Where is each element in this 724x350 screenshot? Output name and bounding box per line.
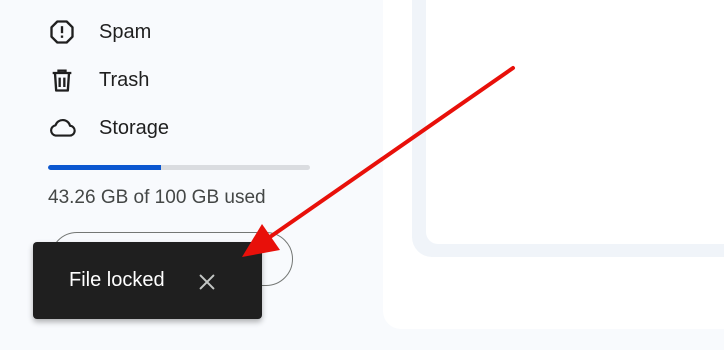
sidebar-item-storage[interactable]: Storage	[0, 108, 340, 148]
sidebar-item-trash[interactable]: Trash	[0, 60, 340, 100]
trash-icon	[48, 66, 76, 94]
sidebar-item-spam[interactable]: Spam	[0, 12, 340, 52]
sidebar-item-label: Storage	[99, 116, 170, 139]
snackbar-message: File locked	[69, 269, 165, 291]
storage-usage-fill	[48, 165, 162, 170]
sidebar-item-label: Trash	[99, 68, 150, 91]
storage-usage-text: 43.26 GB of 100 GB used	[48, 187, 266, 208]
sidebar-item-label: Spam	[99, 20, 152, 43]
close-icon[interactable]	[193, 268, 221, 296]
snackbar: File locked	[33, 242, 262, 319]
spam-icon	[48, 18, 76, 46]
cloud-icon	[48, 114, 76, 142]
storage-usage-bar	[48, 165, 310, 170]
content-card	[426, 0, 724, 244]
